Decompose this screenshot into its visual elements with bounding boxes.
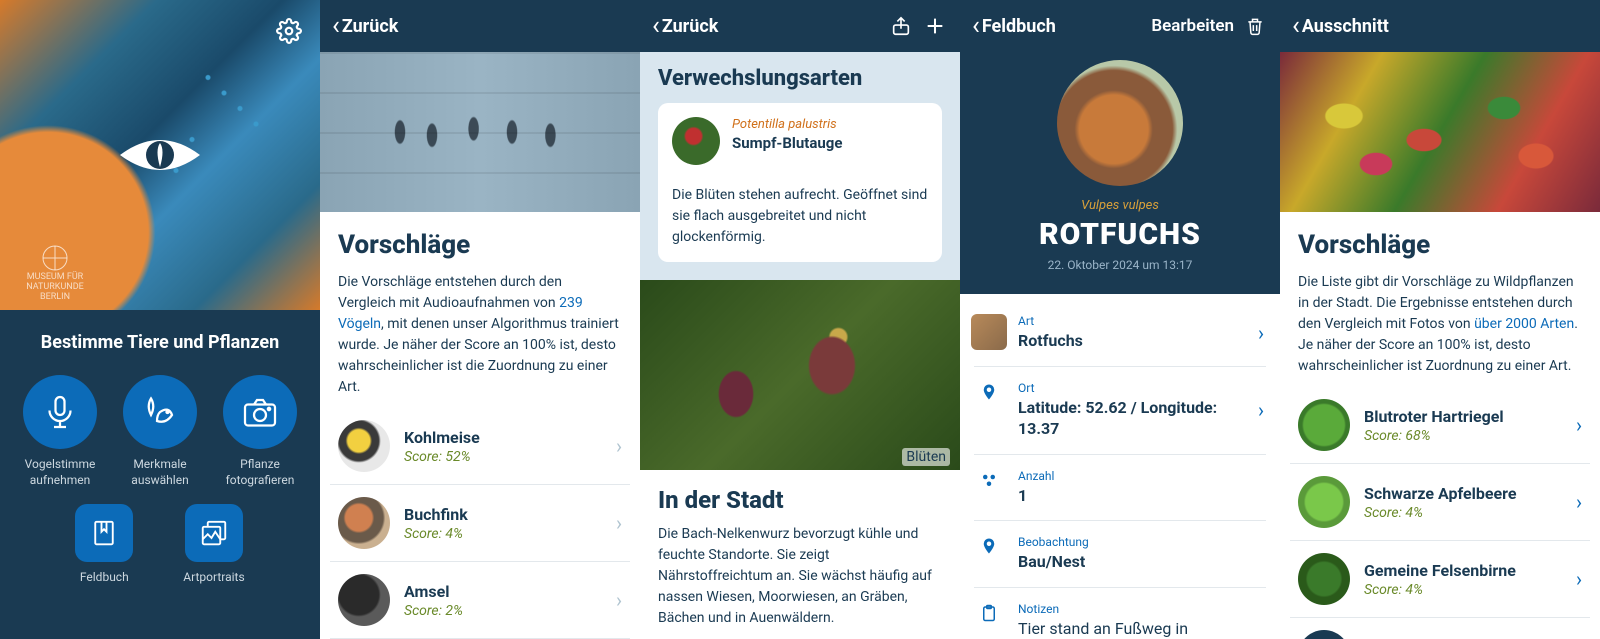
count-icon xyxy=(976,469,1002,489)
field-notes: NotizenTier stand an Fußweg in Landschaf… xyxy=(974,588,1266,639)
trash-icon xyxy=(1245,16,1265,36)
suggestion-row[interactable]: Gemeine FelsenbirneScore: 4% › xyxy=(1290,541,1590,618)
home-title: Bestimme Tiere und Pflanzen xyxy=(10,332,310,353)
museum-logo: MUSEUM FÜR NATURKUNDE BERLIN xyxy=(15,245,95,295)
city-text: Die Bach-Nelkenwurz bevorzugt kühle und … xyxy=(658,524,942,629)
leaf-bird-icon xyxy=(142,394,178,430)
chevron-right-icon: › xyxy=(1576,567,1582,591)
none-of-suggestions-row[interactable]: ? Keiner der Vorschläge › xyxy=(1290,618,1590,639)
suggestions-heading: Vorschläge xyxy=(338,230,622,260)
select-features-button[interactable]: Merkmaleauswählen xyxy=(110,375,210,488)
photo-caption: Blüten xyxy=(902,448,950,466)
chevron-right-icon: › xyxy=(1258,321,1264,345)
species-detail-screen: ‹Zurück Verwechslungsarten Potentilla pa… xyxy=(640,0,960,639)
bird-thumbnail xyxy=(338,574,390,626)
back-button[interactable]: ‹Zurück xyxy=(332,13,398,39)
species-portraits-button[interactable]: Artportraits xyxy=(183,504,244,586)
bookmark-book-icon xyxy=(89,518,119,548)
back-button[interactable]: ‹Ausschnitt xyxy=(1292,13,1389,39)
location-pin-icon xyxy=(976,535,1002,555)
plant-suggestions-screen: ‹Ausschnitt Vorschläge Die Liste gibt di… xyxy=(1280,0,1600,639)
spectrogram-image xyxy=(320,52,640,212)
observation-photo xyxy=(1057,60,1183,186)
plus-icon xyxy=(924,15,946,37)
suggestion-row[interactable]: AmselScore: 2% › xyxy=(330,562,630,639)
chevron-left-icon: ‹ xyxy=(332,13,340,39)
home-screen: MUSEUM FÜR NATURKUNDE BERLIN Bestimme Ti… xyxy=(0,0,320,639)
scientific-name: Vulpes vulpes xyxy=(970,198,1270,213)
species-photo: Blüten xyxy=(640,280,960,470)
suggestions-heading: Vorschläge xyxy=(1298,230,1582,260)
chevron-left-icon: ‹ xyxy=(1292,13,1300,39)
back-button[interactable]: ‹Zurück xyxy=(652,13,718,39)
bird-thumbnail xyxy=(338,497,390,549)
confusion-card[interactable]: Potentilla palustris Sumpf-Blutauge Die … xyxy=(658,103,942,262)
suggestion-row[interactable]: BuchfinkScore: 4% › xyxy=(330,485,630,562)
plant-photo xyxy=(1280,52,1600,212)
plant-thumbnail xyxy=(1298,399,1350,451)
city-heading: In der Stadt xyxy=(658,486,942,514)
chevron-left-icon: ‹ xyxy=(972,13,980,39)
confusion-heading: Verwechslungsarten xyxy=(658,66,942,91)
suggestions-description: Die Liste gibt dir Vorschläge zu Wildpfl… xyxy=(1298,272,1582,377)
chevron-right-icon: › xyxy=(1576,490,1582,514)
species-name: ROTFUCHS xyxy=(970,217,1270,252)
plant-thumbnail xyxy=(1298,553,1350,605)
suggestions-description: Die Vorschläge entstehen durch den Vergl… xyxy=(338,272,622,398)
confusion-description: Die Blüten stehen aufrecht. Geöffnet sin… xyxy=(672,185,928,248)
common-name: Sumpf-Blutauge xyxy=(732,134,928,152)
chevron-right-icon: › xyxy=(616,434,622,458)
museum-text: NATURKUNDE xyxy=(26,282,83,292)
species-count-link[interactable]: über 2000 Arten xyxy=(1474,316,1574,332)
field-location[interactable]: OrtLatitude: 52.62 / Longitude: 13.37 › xyxy=(974,367,1266,455)
chevron-left-icon: ‹ xyxy=(652,13,660,39)
photograph-plant-button[interactable]: Pflanzefotografieren xyxy=(210,375,310,488)
chevron-right-icon: › xyxy=(1258,398,1264,422)
record-bird-button[interactable]: Vogelstimmeaufnehmen xyxy=(10,375,110,488)
field-observation: BeobachtungBau/Nest xyxy=(974,521,1266,588)
share-button[interactable] xyxy=(888,13,914,39)
camera-icon xyxy=(242,394,278,430)
species-thumbnail xyxy=(971,314,1007,350)
edit-button[interactable]: Bearbeiten xyxy=(1151,16,1234,36)
species-thumbnail xyxy=(672,117,720,165)
scientific-name: Potentilla palustris xyxy=(732,117,928,132)
plant-thumbnail xyxy=(1298,476,1350,528)
audio-suggestions-screen: ‹Zurück Vorschläge Die Vorschläge entste… xyxy=(320,0,640,639)
delete-button[interactable] xyxy=(1242,13,1268,39)
suggestion-row[interactable]: Schwarze ApfelbeereScore: 4% › xyxy=(1290,464,1590,541)
settings-button[interactable] xyxy=(276,18,302,44)
clipboard-icon xyxy=(976,602,1002,622)
gallery-icon xyxy=(199,518,229,548)
app-logo-icon xyxy=(115,130,205,180)
location-pin-icon xyxy=(976,381,1002,401)
chevron-right-icon: › xyxy=(616,511,622,535)
museum-text: MUSEUM FÜR xyxy=(27,272,83,282)
chevron-right-icon: › xyxy=(616,588,622,612)
share-icon xyxy=(890,15,912,37)
museum-text: BERLIN xyxy=(40,292,70,302)
chevron-right-icon: › xyxy=(1576,413,1582,437)
back-button[interactable]: ‹Feldbuch xyxy=(972,13,1056,39)
suggestion-row[interactable]: KohlmeiseScore: 52% › xyxy=(330,408,630,485)
fieldbook-button[interactable]: Feldbuch xyxy=(75,504,133,586)
field-count: Anzahl1 xyxy=(974,455,1266,522)
microphone-icon xyxy=(42,394,78,430)
bird-thumbnail xyxy=(338,420,390,472)
field-species[interactable]: ArtRotfuchs › xyxy=(974,300,1266,367)
suggestion-row[interactable]: Blutroter HartriegelScore: 68% › xyxy=(1290,387,1590,464)
observation-detail-screen: ‹Feldbuch Bearbeiten Vulpes vulpes ROTFU… xyxy=(960,0,1280,639)
hero-image: MUSEUM FÜR NATURKUNDE BERLIN xyxy=(0,0,320,310)
add-button[interactable] xyxy=(922,13,948,39)
observation-date: 22. Oktober 2024 um 13:17 xyxy=(970,258,1270,272)
question-mark-icon: ? xyxy=(1298,630,1350,639)
